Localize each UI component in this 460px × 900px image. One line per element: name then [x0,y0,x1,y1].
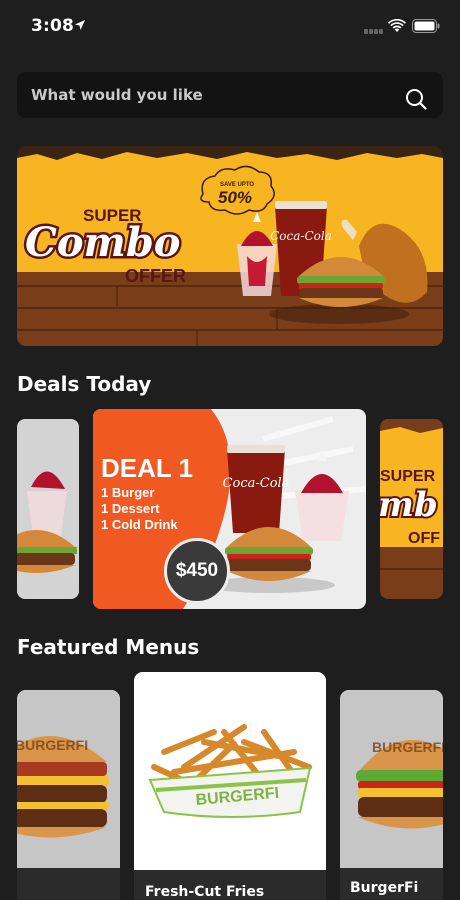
menu-card-fries-image: BURGERFI [134,672,326,870]
menu-card-fries[interactable]: BURGERFI Fresh-Cut Fries [134,672,326,900]
hero-line2: Combo [25,219,181,266]
deal-main-item-1: 1 Burger [101,485,154,500]
hero-banner-combo-offer[interactable]: SAVE UPTO 50% SUPER Combo OFFER Coca-Col… [17,146,443,346]
battery-icon [412,19,440,33]
deal-next-line3: OFF [408,530,440,547]
menu-card-burgerfi-image: BURGERFI [340,690,443,868]
deal-card-deal-1-art: DEAL 1 1 Burger 1 Dessert 1 Cold Drink C… [93,409,366,609]
deal-main-title: DEAL 1 [101,453,193,483]
menu-burger-bun-brand: BURGERFI [17,737,88,753]
hero-banner-art: SAVE UPTO 50% SUPER Combo OFFER Coca-Col… [17,146,443,346]
search-icon[interactable] [405,88,427,110]
hero-line3: OFFER [125,266,186,286]
wifi-icon [388,19,406,32]
deal-price: $450 [175,560,219,581]
deal-card-previous-art [17,419,79,599]
menu-burgerfi-art: BURGERFI [340,690,443,868]
deal-card-deal-1[interactable]: DEAL 1 1 Burger 1 Dessert 1 Cold Drink C… [93,409,366,609]
deals-today-title: Deals Today [17,372,152,396]
status-bar: 3:08 [0,0,460,56]
deal-next-line2: mb [380,485,438,525]
menu-card-burger[interactable]: BURGERFI [17,690,120,900]
menu-name-burgerfi: BurgerFi [350,880,419,896]
hero-cup-brand: Coca-Cola [270,229,332,243]
deal-card-previous[interactable] [17,419,79,599]
status-time: 3:08 [31,16,75,36]
deal-card-next-art: SUPER mb OFF [380,419,443,599]
menu-card-burgerfi[interactable]: BURGERFI BurgerFi [340,690,443,900]
search-placeholder: What would you like [31,86,203,104]
hero-save-value: 50% [218,188,252,207]
menu-name-fries: Fresh-Cut Fries [145,884,265,900]
location-arrow-icon [75,20,85,30]
deal-next-line1: SUPER [380,468,436,485]
search-input[interactable]: What would you like [17,72,443,118]
cellular-signal-icon [364,29,383,34]
menu-burgerfi-bun-brand: BURGERFI [372,739,443,755]
deal-main-item-2: 1 Dessert [101,501,160,516]
deal-main-item-3: 1 Cold Drink [101,517,178,532]
deal-price-badge: $450 [164,538,230,604]
menu-fries-art: BURGERFI [134,672,326,870]
menu-burger-art: BURGERFI [17,690,120,868]
featured-menus-title: Featured Menus [17,635,200,659]
deal-cup-brand: Coca-Cola [223,476,290,491]
deal-card-next[interactable]: SUPER mb OFF [380,419,443,599]
menu-card-burger-image: BURGERFI [17,690,120,868]
